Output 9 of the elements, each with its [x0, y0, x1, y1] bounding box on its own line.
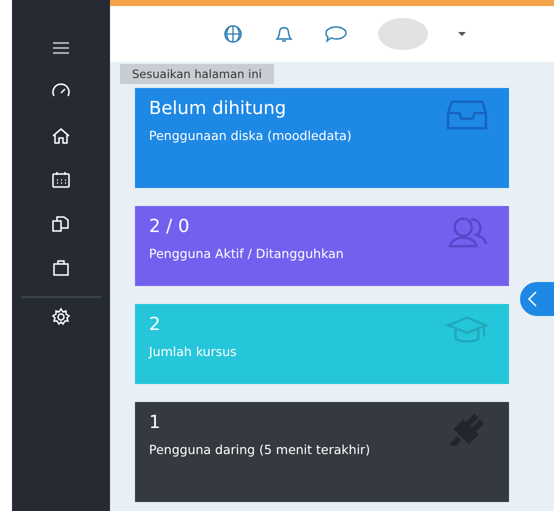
- stat-label: Penggunaan diska (moodledata): [149, 127, 353, 145]
- stat-label: Pengguna daring (5 menit terakhir): [149, 441, 372, 459]
- customize-button[interactable]: Sesuaikan halaman ini: [120, 64, 274, 84]
- stat-label: Jumlah kursus: [149, 343, 238, 361]
- stat-value: Belum dihitung: [149, 98, 286, 119]
- stat-value: 2: [149, 314, 160, 335]
- stat-label: Pengguna Aktif / Ditangguhkan: [149, 245, 345, 263]
- stat-value: 2 / 0: [149, 216, 190, 237]
- stat-value: 1: [149, 412, 160, 433]
